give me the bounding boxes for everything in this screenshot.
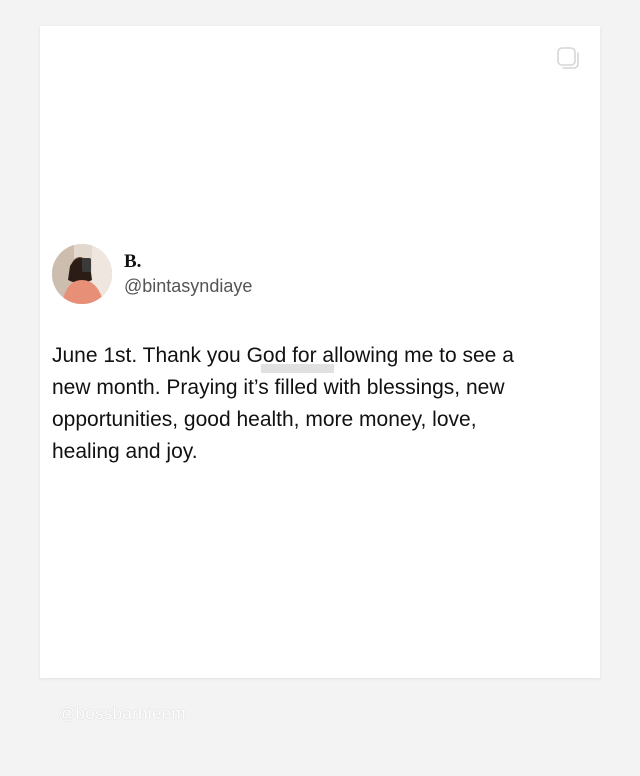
- watermark-bottom: @bossbarbieem: [58, 704, 186, 723]
- copy-icon[interactable]: [556, 46, 582, 72]
- watermark-inline: [261, 364, 335, 373]
- post-text: June 1st. Thank you God for allowing me …: [52, 344, 514, 463]
- user-handle[interactable]: @bintasyndiaye: [124, 275, 252, 297]
- author-names: B. @bintasyndiaye: [124, 251, 252, 297]
- post-card: B. @bintasyndiaye June 1st. Thank you Go…: [40, 26, 600, 678]
- display-name[interactable]: B.: [124, 251, 252, 273]
- post-author: B. @bintasyndiaye: [52, 244, 252, 304]
- avatar[interactable]: [52, 244, 112, 304]
